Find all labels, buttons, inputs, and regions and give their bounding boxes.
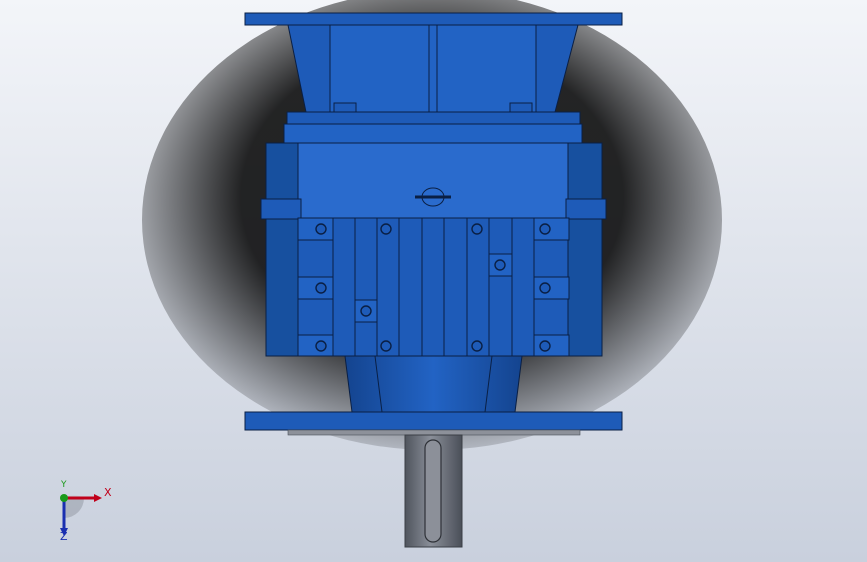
gear-reducer-model[interactable] — [0, 0, 867, 562]
top-flange — [244, 12, 623, 26]
bottom-flange — [244, 411, 623, 431]
lower-housing — [344, 355, 523, 413]
top-housing-center — [329, 24, 537, 113]
upper-ring — [286, 111, 581, 125]
y-axis-label: Y — [61, 480, 67, 490]
shaft-keyway — [424, 439, 442, 543]
coordinate-triad: X Y Z — [48, 480, 118, 546]
main-body-face — [297, 142, 569, 219]
side-lug-right — [565, 198, 607, 220]
side-band-left — [265, 142, 299, 357]
x-axis-label: X — [104, 486, 112, 499]
side-lug-left — [260, 198, 302, 220]
y-axis-dot — [60, 494, 68, 502]
bottom-flange-edge — [287, 429, 581, 436]
z-axis-label: Z — [60, 530, 68, 543]
graphics-viewport[interactable]: X Y Z — [0, 0, 867, 562]
upper-ring-lower — [283, 123, 583, 145]
side-band-right — [567, 142, 603, 357]
